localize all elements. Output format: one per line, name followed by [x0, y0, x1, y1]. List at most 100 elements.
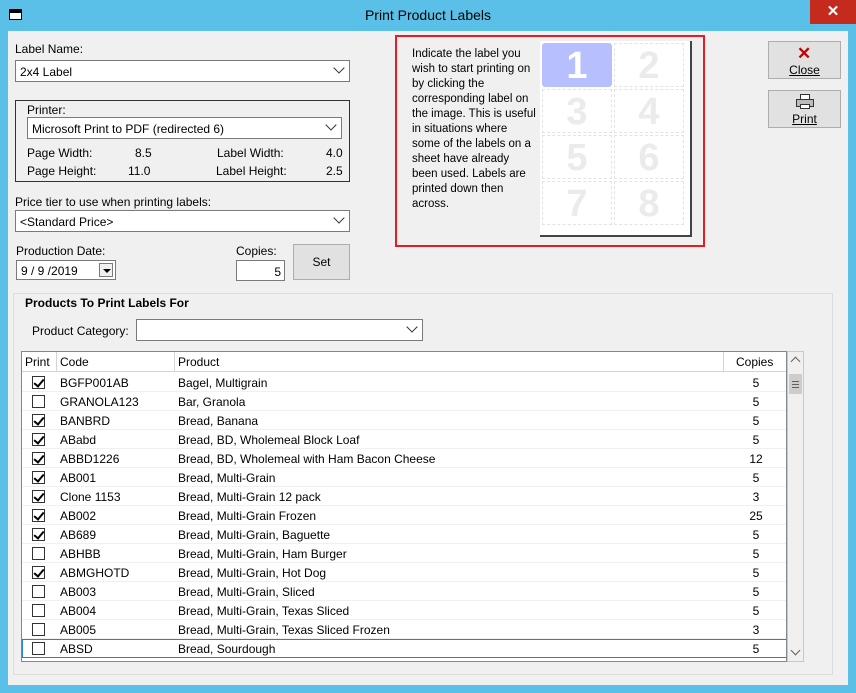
print-cell [22, 601, 57, 620]
title-bar[interactable]: Print Product Labels ✕ [0, 0, 856, 31]
copies-cell[interactable]: 5 [724, 468, 786, 487]
copies-cell[interactable]: 5 [724, 430, 786, 449]
product-cell: Bread, Multi-Grain, Texas Sliced Frozen [178, 623, 390, 637]
code-cell: ABMGHOTD [60, 566, 130, 580]
production-date-label: Production Date: [16, 244, 106, 258]
copies-cell[interactable]: 12 [724, 449, 786, 468]
printer-select[interactable]: Microsoft Print to PDF (redirected 6) [27, 117, 342, 139]
label-cell-4[interactable]: 4 [614, 89, 684, 133]
scroll-thumb[interactable] [789, 374, 802, 394]
product-cell: Bagel, Multigrain [178, 376, 268, 390]
date-dropdown-button[interactable] [99, 263, 113, 277]
page-width-label: Page Width: [27, 146, 93, 160]
print-checkbox[interactable] [32, 528, 45, 541]
products-title: Products To Print Labels For [25, 296, 189, 310]
print-button[interactable]: Print [768, 90, 841, 128]
label-start-panel: Indicate the label you wish to start pri… [395, 35, 705, 247]
print-checkbox[interactable] [32, 452, 45, 465]
label-cell-1[interactable]: 1 [542, 43, 612, 87]
copies-cell[interactable]: 25 [724, 506, 786, 525]
product-cell: Bread, Multi-Grain, Sliced [178, 585, 315, 599]
column-header-code[interactable]: Code [57, 352, 175, 372]
table-vertical-scrollbar[interactable] [787, 351, 804, 662]
table-row[interactable]: ABabd Bread, BD, Wholemeal Block Loaf 5 [22, 430, 786, 449]
code-cell: AB002 [60, 509, 97, 523]
window-close-button[interactable]: ✕ [810, 0, 856, 24]
copies-input[interactable]: 5 [236, 260, 285, 281]
print-checkbox[interactable] [32, 471, 45, 484]
chevron-down-icon [406, 321, 418, 333]
print-checkbox[interactable] [32, 395, 45, 408]
print-checkbox[interactable] [32, 566, 45, 579]
copies-cell[interactable]: 5 [724, 582, 786, 601]
print-checkbox[interactable] [32, 509, 45, 522]
print-checkbox[interactable] [32, 585, 45, 598]
table-row[interactable]: BGFP001AB Bagel, Multigrain 5 [22, 373, 786, 392]
label-cell-8[interactable]: 8 [614, 181, 684, 225]
print-cell [22, 392, 57, 411]
table-row[interactable]: Clone 1153 Bread, Multi-Grain 12 pack 3 [22, 487, 786, 506]
print-checkbox[interactable] [32, 604, 45, 617]
label-cell-6[interactable]: 6 [614, 135, 684, 179]
print-checkbox[interactable] [32, 623, 45, 636]
scroll-down-icon[interactable] [790, 645, 801, 656]
table-row[interactable]: AB004 Bread, Multi-Grain, Texas Sliced 5 [22, 601, 786, 620]
print-cell [22, 430, 57, 449]
print-checkbox[interactable] [32, 547, 45, 560]
product-cell: Bread, Multi-Grain, Ham Burger [178, 547, 347, 561]
print-cell [22, 525, 57, 544]
table-row[interactable]: ABHBB Bread, Multi-Grain, Ham Burger 5 [22, 544, 786, 563]
close-button[interactable]: ✕ Close [768, 41, 841, 79]
table-row[interactable]: ABBD1226 Bread, BD, Wholemeal with Ham Ba… [22, 449, 786, 468]
copies-cell[interactable]: 5 [724, 525, 786, 544]
table-row[interactable]: ABMGHOTD Bread, Multi-Grain, Hot Dog 5 [22, 563, 786, 582]
table-row[interactable]: AB689 Bread, Multi-Grain, Baguette 5 [22, 525, 786, 544]
label-height-value: 2.5 [326, 164, 343, 178]
price-tier-select[interactable]: <Standard Price> [15, 210, 350, 232]
column-header-copies[interactable]: Copies [724, 352, 786, 372]
product-cell: Bread, Multi-Grain Frozen [178, 509, 317, 523]
scroll-up-icon[interactable] [790, 356, 801, 367]
table-row[interactable]: AB003 Bread, Multi-Grain, Sliced 5 [22, 582, 786, 601]
copies-cell[interactable]: 5 [724, 373, 786, 392]
table-row[interactable]: ABSD Bread, Sourdough 5 [22, 639, 786, 658]
copies-cell[interactable]: 5 [724, 544, 786, 563]
print-checkbox[interactable] [32, 376, 45, 389]
table-row[interactable]: AB002 Bread, Multi-Grain Frozen 25 [22, 506, 786, 525]
copies-cell[interactable]: 5 [724, 392, 786, 411]
copies-cell[interactable]: 3 [724, 620, 786, 639]
print-checkbox[interactable] [32, 490, 45, 503]
page-height-value: 11.0 [128, 164, 151, 178]
table-row[interactable]: GRANOLA123 Bar, Granola 5 [22, 392, 786, 411]
column-header-product[interactable]: Product [175, 352, 724, 372]
set-button[interactable]: Set [293, 244, 350, 280]
print-checkbox[interactable] [32, 414, 45, 427]
copies-cell[interactable]: 5 [724, 563, 786, 582]
table-row[interactable]: AB001 Bread, Multi-Grain 5 [22, 468, 786, 487]
print-cell [22, 487, 57, 506]
column-header-print[interactable]: Print [22, 352, 57, 372]
label-cell-2[interactable]: 2 [614, 43, 684, 87]
copies-cell[interactable]: 5 [724, 639, 786, 658]
code-cell: AB005 [60, 623, 97, 637]
copies-cell[interactable]: 5 [724, 601, 786, 620]
copies-cell[interactable]: 3 [724, 487, 786, 506]
production-date-picker[interactable]: 9 / 9 /2019 [16, 260, 116, 280]
print-checkbox[interactable] [32, 433, 45, 446]
copies-cell[interactable]: 5 [724, 411, 786, 430]
print-checkbox[interactable] [32, 642, 45, 655]
print-cell [22, 582, 57, 601]
label-start-instructions: Indicate the label you wish to start pri… [412, 48, 536, 210]
product-category-select[interactable] [136, 319, 423, 341]
table-row[interactable]: AB005 Bread, Multi-Grain, Texas Sliced Fr… [22, 620, 786, 639]
label-cell-7[interactable]: 7 [542, 181, 612, 225]
product-cell: Bread, Multi-Grain, Hot Dog [178, 566, 327, 580]
label-cell-5[interactable]: 5 [542, 135, 612, 179]
products-table: Print Code Product Copies BGFP001AB Bagel… [21, 351, 787, 662]
code-cell: BGFP001AB [60, 376, 129, 390]
label-name-select[interactable]: 2x4 Label [15, 60, 350, 82]
close-icon: ✕ [797, 44, 812, 63]
table-row[interactable]: BANBRD Bread, Banana 5 [22, 411, 786, 430]
label-cell-3[interactable]: 3 [542, 89, 612, 133]
close-button-label: Close [789, 63, 820, 77]
